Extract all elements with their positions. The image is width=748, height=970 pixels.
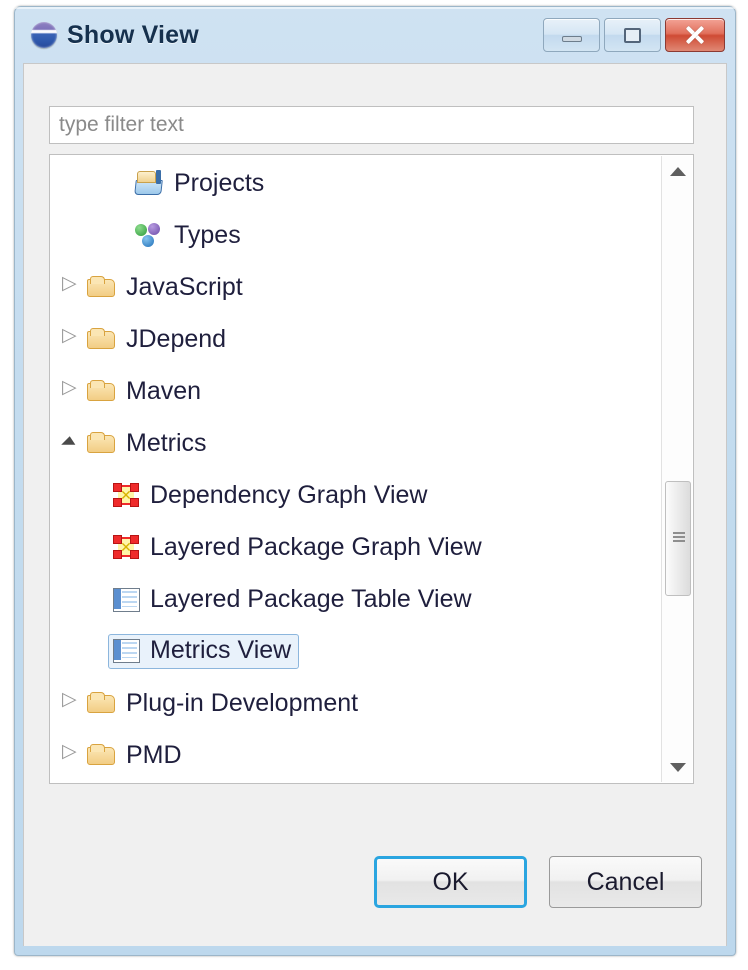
dialog-button-bar: OK Cancel	[374, 856, 702, 908]
tree-item[interactable]: Projects	[50, 157, 661, 209]
folder-icon	[86, 741, 116, 769]
tree-item[interactable]: Plug-in Development	[50, 677, 661, 729]
folder-icon	[86, 273, 116, 301]
tree-item-content: JDepend	[86, 325, 226, 354]
tree-item-label: Projects	[174, 168, 265, 197]
folder-icon	[86, 689, 116, 717]
ok-button[interactable]: OK	[374, 856, 527, 908]
tree-item-label: Maven	[126, 376, 202, 405]
chevron-right-icon[interactable]	[60, 377, 82, 402]
tree-item-content: Layered Package Table View	[112, 585, 472, 614]
chevron-down-icon[interactable]	[60, 432, 82, 454]
folder-icon	[86, 325, 116, 353]
tree-item-label: Types	[174, 220, 241, 249]
tree-item-content: Plug-in Development	[86, 689, 358, 718]
folder-icon	[86, 377, 116, 405]
maximize-icon	[624, 27, 641, 43]
view-tree-panel[interactable]: Projects Types JavaScript JDepend Maven Metri…	[49, 154, 694, 784]
tree-item-label: Dependency Graph View	[150, 480, 428, 509]
dialog-client-area: Projects Types JavaScript JDepend Maven Metri…	[23, 63, 727, 946]
tree-item-label: Layered Package Graph View	[150, 532, 482, 561]
cancel-button[interactable]: Cancel	[549, 856, 702, 908]
minimize-icon	[561, 36, 582, 42]
tree-item[interactable]: Metrics	[50, 417, 661, 469]
tree-item[interactable]: JDepend	[50, 313, 661, 365]
tree-item[interactable]: Maven	[50, 365, 661, 417]
tree-item-content: Projects	[134, 169, 264, 198]
graph-view-icon: ✕	[112, 481, 140, 509]
tree-item-label: JDepend	[126, 324, 227, 353]
chevron-right-icon[interactable]	[60, 689, 82, 714]
show-view-dialog-window: Show View Projects Types JavaScript JDepend…	[14, 6, 736, 956]
tree-item[interactable]: Types	[50, 209, 661, 261]
types-icon	[134, 221, 164, 249]
scroll-down-icon[interactable]	[662, 752, 693, 782]
tree-item[interactable]: ✕ Layered Package Graph View	[50, 521, 661, 573]
scrollbar-grip-icon	[673, 532, 685, 543]
tree-item-content: PMD	[86, 741, 182, 770]
tree-item-label: Metrics View	[150, 635, 292, 664]
tree-item-content: JavaScript	[86, 273, 243, 302]
tree-item[interactable]: Metrics View	[50, 625, 661, 677]
folder-icon	[86, 429, 116, 457]
minimize-button[interactable]	[543, 18, 600, 52]
graph-view-icon: ✕	[112, 533, 140, 561]
tree-item[interactable]: Layered Package Table View	[50, 573, 661, 625]
window-title: Show View	[67, 20, 199, 49]
close-icon	[685, 25, 705, 45]
tree-item-content: Maven	[86, 377, 201, 406]
tree-item[interactable]: JavaScript	[50, 261, 661, 313]
tree-item-label: Plug-in Development	[126, 688, 359, 717]
close-button[interactable]	[665, 18, 725, 52]
maximize-button[interactable]	[604, 18, 661, 52]
tree-item[interactable]: PMD	[50, 729, 661, 781]
tree-vertical-scrollbar[interactable]	[661, 156, 692, 782]
tree-item-content: Metrics View	[108, 633, 300, 669]
scroll-up-icon[interactable]	[662, 156, 693, 186]
chevron-right-icon[interactable]	[60, 273, 82, 298]
tree-item-label: Layered Package Table View	[150, 584, 472, 613]
tree-item[interactable]: Report and Chart Design	[50, 781, 661, 783]
tree-item-content: Metrics	[86, 429, 207, 458]
scrollbar-thumb[interactable]	[665, 481, 691, 596]
chevron-right-icon[interactable]	[60, 741, 82, 766]
tree-item-label: PMD	[126, 740, 182, 769]
title-bar[interactable]: Show View	[15, 7, 735, 63]
tree-item-label: Metrics	[126, 428, 207, 457]
filter-input[interactable]	[49, 106, 694, 144]
chevron-right-icon[interactable]	[60, 325, 82, 350]
table-view-icon	[112, 586, 140, 612]
projects-icon	[134, 169, 164, 197]
tree-item-content: ✕ Dependency Graph View	[112, 481, 428, 510]
tree-item-content: Types	[134, 221, 241, 250]
caption-buttons	[543, 18, 725, 52]
table-view-icon	[112, 637, 140, 663]
tree-item-content: ✕ Layered Package Graph View	[112, 533, 482, 562]
tree-item[interactable]: ✕ Dependency Graph View	[50, 469, 661, 521]
eclipse-globe-icon	[31, 22, 57, 48]
view-tree-list: Projects Types JavaScript JDepend Maven Metri…	[50, 157, 661, 783]
tree-item-label: JavaScript	[126, 272, 243, 301]
